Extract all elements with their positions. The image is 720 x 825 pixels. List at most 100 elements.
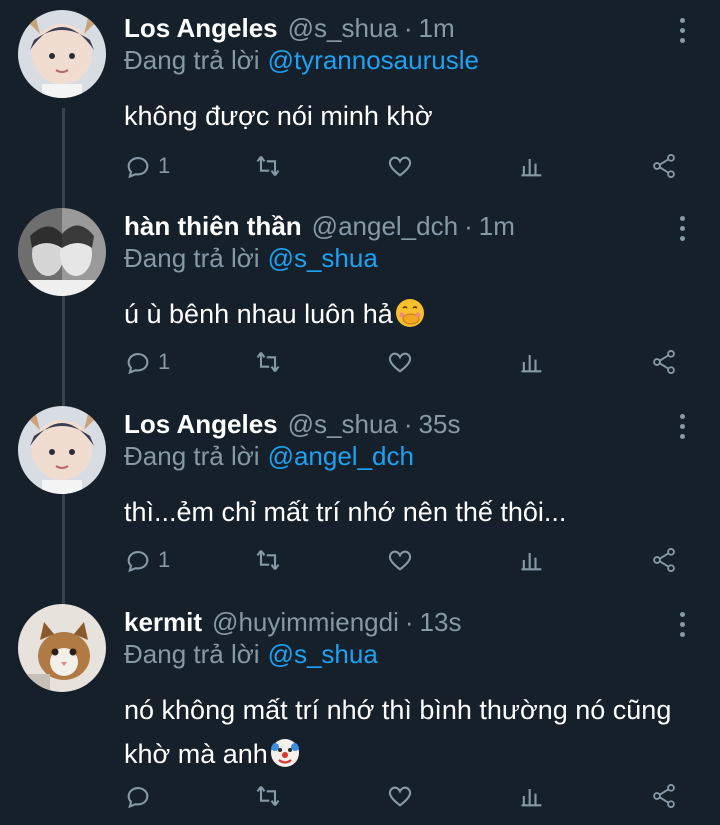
action-bar: 1 bbox=[124, 148, 684, 184]
avatar[interactable] bbox=[18, 208, 106, 296]
tweet[interactable]: Los Angeles @s_shua · 35s Đang trả lời @ange… bbox=[0, 406, 720, 596]
reply-icon bbox=[127, 157, 149, 179]
more-icon[interactable] bbox=[672, 612, 692, 642]
tweet-text-content: không được nói minh khờ bbox=[124, 101, 433, 131]
mention-link[interactable]: @tyrannosaurusle bbox=[268, 45, 479, 75]
separator-dot: · bbox=[404, 607, 414, 637]
timestamp[interactable]: 35s bbox=[419, 409, 461, 439]
replying-label: Đang trả lời bbox=[124, 243, 260, 273]
share-icon bbox=[653, 349, 675, 375]
display-name[interactable]: hàn thiên thần bbox=[124, 211, 302, 241]
mention-link[interactable]: @s_shua bbox=[268, 639, 378, 669]
like-button[interactable] bbox=[386, 344, 414, 380]
replying-label: Đang trả lời bbox=[124, 45, 260, 75]
share-button[interactable] bbox=[650, 778, 678, 814]
retweet-icon bbox=[256, 550, 280, 570]
avatar[interactable] bbox=[18, 10, 106, 98]
separator-dot: · bbox=[403, 13, 413, 43]
user-handle[interactable]: @angel_dch bbox=[312, 211, 458, 241]
tweet-header: Los Angeles @s_shua · 35s bbox=[124, 408, 460, 440]
like-button[interactable] bbox=[386, 542, 414, 578]
display-name[interactable]: kermit bbox=[124, 607, 202, 637]
analytics-icon bbox=[521, 553, 542, 571]
analytics-button[interactable] bbox=[518, 778, 546, 814]
retweet-button[interactable] bbox=[254, 542, 282, 578]
reply-icon bbox=[127, 353, 149, 375]
retweet-icon bbox=[256, 156, 280, 176]
reply-button[interactable]: 1 bbox=[124, 344, 170, 380]
tweet[interactable]: hàn thiên thần @angel_dch · 1m Đang trả lời… bbox=[0, 208, 720, 398]
analytics-icon bbox=[521, 789, 542, 807]
replying-to: Đang trả lời @s_shua bbox=[124, 638, 378, 670]
replying-to: Đang trả lời @s_shua bbox=[124, 242, 378, 274]
tweet[interactable]: kermit @huyimmiengdi · 13s Đang trả lời @s_s… bbox=[0, 604, 720, 825]
clown-face-emoji-icon bbox=[270, 739, 299, 767]
retweet-icon bbox=[256, 352, 280, 372]
more-icon[interactable] bbox=[672, 216, 692, 246]
retweet-button[interactable] bbox=[254, 344, 282, 380]
share-icon bbox=[653, 153, 675, 179]
analytics-button[interactable] bbox=[518, 148, 546, 184]
replying-label: Đang trả lời bbox=[124, 639, 260, 669]
reply-button[interactable] bbox=[124, 778, 158, 814]
like-icon bbox=[388, 786, 412, 807]
separator-dot: · bbox=[464, 211, 473, 241]
share-button[interactable] bbox=[650, 148, 678, 184]
timestamp[interactable]: 1m bbox=[479, 211, 515, 241]
timestamp[interactable]: 13s bbox=[420, 607, 462, 637]
tweet[interactable]: Los Angeles @s_shua · 1m Đang trả lời @tyran… bbox=[0, 10, 720, 200]
share-icon bbox=[653, 783, 675, 809]
reply-icon bbox=[127, 787, 149, 809]
share-button[interactable] bbox=[650, 344, 678, 380]
reply-count: 1 bbox=[158, 547, 171, 572]
display-name[interactable]: Los Angeles bbox=[124, 13, 278, 43]
more-icon[interactable] bbox=[672, 414, 692, 444]
reply-icon bbox=[127, 551, 149, 573]
analytics-button[interactable] bbox=[518, 542, 546, 578]
like-button[interactable] bbox=[386, 778, 414, 814]
avatar[interactable] bbox=[18, 604, 106, 692]
user-handle[interactable]: @huyimmiengdi bbox=[212, 607, 399, 637]
retweet-button[interactable] bbox=[254, 778, 282, 814]
action-bar: 1 bbox=[124, 344, 684, 380]
hand-over-mouth-emoji-icon bbox=[395, 299, 424, 327]
mention-link[interactable]: @s_shua bbox=[268, 243, 378, 273]
analytics-icon bbox=[521, 355, 542, 373]
reply-count: 1 bbox=[158, 153, 171, 178]
display-name[interactable]: Los Angeles bbox=[124, 409, 278, 439]
user-handle[interactable]: @s_shua bbox=[288, 13, 398, 43]
action-bar: 1 bbox=[124, 542, 684, 578]
like-icon bbox=[388, 156, 412, 177]
like-icon bbox=[388, 352, 412, 373]
tweet-text: ú ù bênh nhau luôn hả bbox=[124, 292, 684, 336]
more-icon[interactable] bbox=[672, 18, 692, 48]
user-handle[interactable]: @s_shua bbox=[288, 409, 398, 439]
mention-link[interactable]: @angel_dch bbox=[268, 441, 414, 471]
retweet-icon bbox=[256, 786, 280, 806]
replying-label: Đang trả lời bbox=[124, 441, 260, 471]
analytics-icon bbox=[521, 159, 542, 177]
tweet-header: hàn thiên thần @angel_dch · 1m bbox=[124, 210, 515, 242]
share-icon bbox=[653, 547, 675, 573]
reply-button[interactable]: 1 bbox=[124, 148, 170, 184]
replying-to: Đang trả lời @tyrannosaurusle bbox=[124, 44, 479, 76]
like-button[interactable] bbox=[386, 148, 414, 184]
tweet-text-content: thì...ẻm chỉ mất trí nhớ nên thế thôi... bbox=[124, 497, 567, 527]
like-icon bbox=[388, 550, 412, 571]
retweet-button[interactable] bbox=[254, 148, 282, 184]
tweet-header: Los Angeles @s_shua · 1m bbox=[124, 12, 455, 44]
reply-button[interactable]: 1 bbox=[124, 542, 170, 578]
tweet-text: nó không mất trí nhớ thì bình thường nó … bbox=[124, 688, 684, 776]
tweet-text: không được nói minh khờ bbox=[124, 94, 684, 138]
tweet-text-content: ú ù bênh nhau luôn hả bbox=[124, 299, 393, 329]
separator-dot: · bbox=[403, 409, 413, 439]
replying-to: Đang trả lời @angel_dch bbox=[124, 440, 414, 472]
timestamp[interactable]: 1m bbox=[419, 13, 455, 43]
tweet-text: thì...ẻm chỉ mất trí nhớ nên thế thôi... bbox=[124, 490, 684, 534]
avatar[interactable] bbox=[18, 406, 106, 494]
tweet-header: kermit @huyimmiengdi · 13s bbox=[124, 606, 461, 638]
analytics-button[interactable] bbox=[518, 344, 546, 380]
share-button[interactable] bbox=[650, 542, 678, 578]
reply-count: 1 bbox=[158, 349, 171, 374]
tweet-text-content: nó không mất trí nhớ thì bình thường nó … bbox=[124, 695, 672, 769]
